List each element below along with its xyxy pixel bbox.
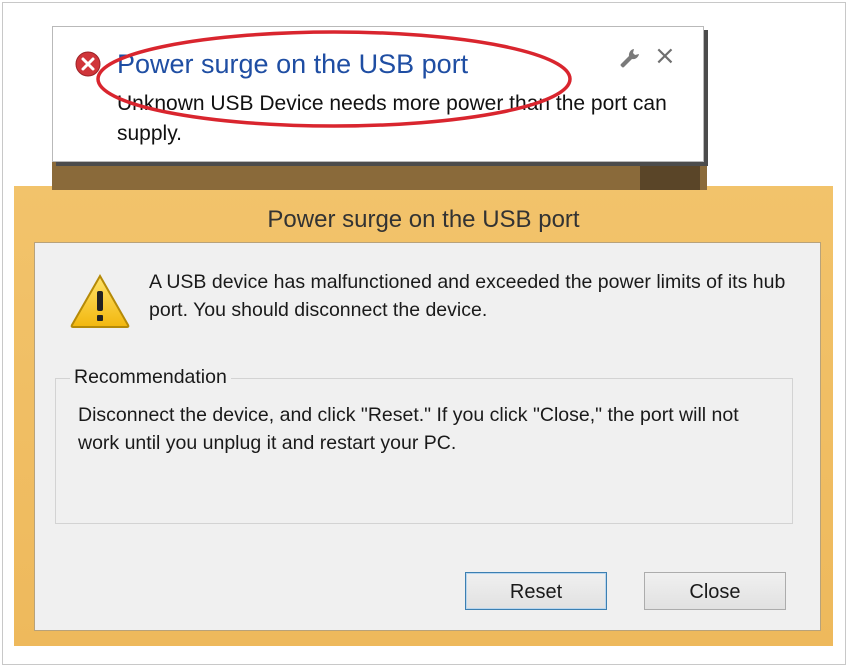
wrench-icon[interactable] xyxy=(619,47,641,69)
reset-button[interactable]: Reset xyxy=(465,572,607,610)
toast-backdrop xyxy=(52,160,707,190)
dialog-body: A USB device has malfunctioned and excee… xyxy=(34,242,821,631)
toast-backdrop-dark xyxy=(640,160,700,190)
annotation-ellipse xyxy=(96,30,572,128)
toast-close-icon[interactable]: × xyxy=(654,41,676,71)
recommendation-group: Recommendation Disconnect the device, an… xyxy=(55,366,793,524)
recommendation-text: Disconnect the device, and click "Reset.… xyxy=(78,404,739,454)
dialog-message: A USB device has malfunctioned and excee… xyxy=(149,271,786,321)
dialog-title: Power surge on the USB port xyxy=(267,206,580,233)
recommendation-label: Recommendation xyxy=(70,366,231,389)
close-button[interactable]: Close xyxy=(644,572,786,610)
power-surge-dialog: Power surge on the USB port A USB device… xyxy=(14,186,833,646)
warning-icon xyxy=(70,273,130,328)
